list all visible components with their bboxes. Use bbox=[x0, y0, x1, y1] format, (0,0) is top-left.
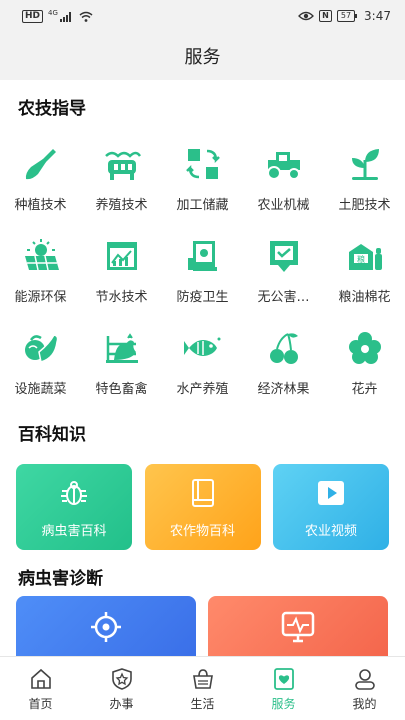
tech-item-poultry[interactable]: 特色畜禽 bbox=[81, 314, 162, 406]
user-icon bbox=[351, 665, 379, 693]
tech-item-label: 农业机械 bbox=[257, 198, 310, 213]
crosshair-icon bbox=[16, 610, 196, 644]
wiki-cards: 病虫害百科 农作物百科 农业视频 bbox=[16, 464, 389, 550]
bottom-tab-bar: 首页 办事 生活 服务 我的 bbox=[0, 656, 405, 720]
tech-item-label: 粮油棉花 bbox=[338, 290, 391, 305]
tech-grid: 种植技术 养殖技术 加工储藏 农业机械 土肥技术 能源环保 节水技术 防疫卫生 … bbox=[0, 130, 405, 406]
tech-item-processing[interactable]: 加工储藏 bbox=[162, 130, 243, 222]
nfc-icon: N bbox=[319, 10, 332, 22]
tech-item-label: 花卉 bbox=[351, 382, 378, 397]
status-bar: HD 4G N 57 3:47 bbox=[0, 0, 405, 32]
tech-item-planting[interactable]: 种植技术 bbox=[0, 130, 81, 222]
tab-label: 生活 bbox=[190, 697, 215, 711]
wiki-card-label: 农作物百科 bbox=[169, 524, 235, 539]
tech-item-label: 经济林果 bbox=[257, 382, 310, 397]
tech-item-label: 种植技术 bbox=[14, 198, 67, 213]
heart-service-icon bbox=[270, 665, 298, 693]
tech-item-label: 能源环保 bbox=[14, 290, 67, 305]
tech-item-label: 土肥技术 bbox=[338, 198, 391, 213]
tech-item-water-saving[interactable]: 节水技术 bbox=[81, 222, 162, 314]
home-icon bbox=[27, 665, 55, 693]
tech-item-label: 防疫卫生 bbox=[176, 290, 229, 305]
section-title-tech: 农技指导 bbox=[18, 99, 86, 119]
shovel-sprout-icon bbox=[21, 144, 61, 184]
status-left: HD 4G bbox=[22, 9, 93, 23]
section-title-diagnosis: 病虫害诊断 bbox=[18, 569, 103, 589]
tab-label: 我的 bbox=[352, 697, 377, 711]
tech-item-label: 设施蔬菜 bbox=[14, 382, 67, 397]
signal-icon bbox=[59, 11, 71, 22]
vegetables-icon bbox=[21, 328, 61, 368]
soil-sprout-icon bbox=[345, 144, 385, 184]
monitor-pulse-icon bbox=[208, 610, 388, 644]
tab-life[interactable]: 生活 bbox=[162, 657, 243, 720]
wiki-card-label: 农业视频 bbox=[304, 524, 357, 539]
clock: 3:47 bbox=[364, 9, 391, 23]
cherry-icon bbox=[264, 328, 304, 368]
rooster-icon bbox=[102, 328, 142, 368]
wiki-card-label: 病虫害百科 bbox=[41, 524, 107, 539]
page-title-bar: 服务 bbox=[0, 32, 405, 80]
basket-icon bbox=[189, 665, 217, 693]
network-type: 4G bbox=[48, 9, 58, 17]
wiki-card-crops[interactable]: 农作物百科 bbox=[144, 464, 261, 550]
hd-indicator: HD bbox=[22, 9, 44, 23]
tech-item-label: 养殖技术 bbox=[95, 198, 148, 213]
eye-icon bbox=[298, 11, 315, 21]
tech-item-label: 加工储藏 bbox=[176, 198, 229, 213]
shield-star-icon bbox=[108, 665, 136, 693]
wifi-icon bbox=[79, 11, 93, 22]
tab-affairs[interactable]: 办事 bbox=[81, 657, 162, 720]
fish-icon bbox=[183, 328, 223, 368]
tab-label: 服务 bbox=[271, 697, 296, 711]
wiki-card-pests[interactable]: 病虫害百科 bbox=[16, 464, 132, 550]
diagnosis-card-monitor[interactable] bbox=[208, 596, 388, 658]
pollution-free-icon bbox=[264, 236, 304, 276]
tech-item-epidemic[interactable]: 防疫卫生 bbox=[162, 222, 243, 314]
book-icon bbox=[145, 478, 261, 508]
tab-label: 首页 bbox=[28, 697, 53, 711]
tech-item-label: 无公害… bbox=[257, 290, 310, 305]
tractor-icon bbox=[264, 144, 304, 184]
tech-item-breeding[interactable]: 养殖技术 bbox=[81, 130, 162, 222]
tech-item-label: 特色畜禽 bbox=[95, 382, 148, 397]
section-title-wiki: 百科知识 bbox=[18, 425, 86, 445]
solar-panel-icon bbox=[21, 236, 61, 276]
play-video-icon bbox=[273, 478, 389, 508]
tech-item-pollution-free[interactable]: 无公害… bbox=[243, 222, 324, 314]
tech-item-vegetables[interactable]: 设施蔬菜 bbox=[0, 314, 81, 406]
water-chart-icon bbox=[102, 236, 142, 276]
tech-item-grain[interactable]: 粮 粮油棉花 bbox=[324, 222, 405, 314]
tech-item-soil[interactable]: 土肥技术 bbox=[324, 130, 405, 222]
tab-mine[interactable]: 我的 bbox=[324, 657, 405, 720]
svg-text:粮: 粮 bbox=[357, 254, 365, 264]
flower-icon bbox=[345, 328, 385, 368]
tech-item-fruit[interactable]: 经济林果 bbox=[243, 314, 324, 406]
tech-item-energy[interactable]: 能源环保 bbox=[0, 222, 81, 314]
tech-item-label: 水产养殖 bbox=[176, 382, 229, 397]
epidemic-prevention-icon bbox=[183, 236, 223, 276]
page-title: 服务 bbox=[184, 47, 221, 68]
battery-indicator: 57 bbox=[336, 10, 358, 22]
tech-item-aquaculture[interactable]: 水产养殖 bbox=[162, 314, 243, 406]
tech-item-machinery[interactable]: 农业机械 bbox=[243, 130, 324, 222]
tab-home[interactable]: 首页 bbox=[0, 657, 81, 720]
processing-storage-icon bbox=[183, 144, 223, 184]
status-right: N 57 3:47 bbox=[298, 9, 391, 23]
tab-services[interactable]: 服务 bbox=[243, 657, 324, 720]
diagnosis-card-locate[interactable] bbox=[16, 596, 196, 658]
tech-item-flowers[interactable]: 花卉 bbox=[324, 314, 405, 406]
livestock-icon bbox=[102, 144, 142, 184]
bug-icon bbox=[16, 478, 132, 508]
tab-label: 办事 bbox=[109, 697, 134, 711]
grain-barn-icon: 粮 bbox=[345, 236, 385, 276]
tech-item-label: 节水技术 bbox=[95, 290, 148, 305]
wiki-card-videos[interactable]: 农业视频 bbox=[273, 464, 389, 550]
